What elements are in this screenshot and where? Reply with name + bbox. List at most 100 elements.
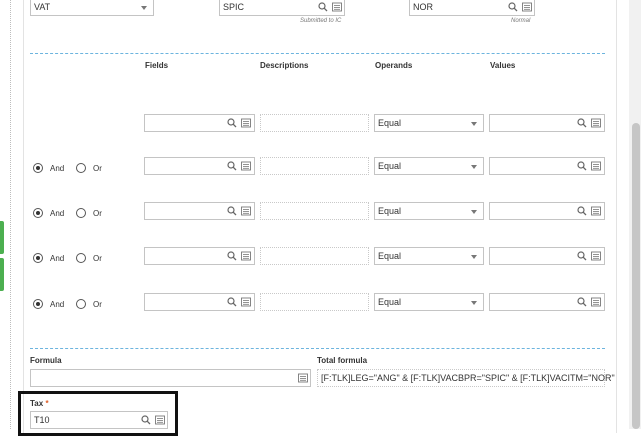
and-label: And [50, 300, 65, 309]
search-icon[interactable] [227, 206, 237, 216]
row-field-input[interactable] [144, 157, 255, 175]
search-icon[interactable] [227, 161, 237, 171]
tax-label: Tax * [30, 399, 49, 408]
total-formula-value: [F:TLK]LEG="ANG" & [F:TLK]VACBPR="SPIC" … [321, 373, 615, 383]
row-description [260, 114, 369, 132]
list-icon[interactable] [241, 297, 251, 307]
row-value-input[interactable] [489, 157, 605, 175]
row-value-input[interactable] [489, 293, 605, 311]
search-icon[interactable] [508, 2, 518, 12]
row-description [260, 202, 369, 220]
tax-value: T10 [34, 415, 50, 425]
search-icon[interactable] [227, 297, 237, 307]
list-icon[interactable] [241, 161, 251, 171]
search-icon[interactable] [577, 297, 587, 307]
chevron-down-icon [471, 165, 477, 169]
chevron-down-icon [141, 6, 147, 10]
list-icon[interactable] [241, 206, 251, 216]
operand-value: Equal [378, 297, 402, 307]
formula-input[interactable] [30, 369, 311, 387]
spic-caption: Submitted to IC [300, 18, 342, 24]
and-radio[interactable] [33, 163, 43, 173]
search-icon[interactable] [577, 251, 587, 261]
search-icon[interactable] [227, 251, 237, 261]
row-operand-select[interactable]: Equal [374, 247, 484, 265]
search-icon[interactable] [577, 118, 587, 128]
or-radio[interactable] [76, 208, 86, 218]
or-label: Or [93, 300, 102, 309]
chevron-down-icon [471, 255, 477, 259]
row-operand-select[interactable]: Equal [374, 157, 484, 175]
list-icon[interactable] [591, 251, 601, 261]
and-radio[interactable] [33, 208, 43, 218]
search-icon[interactable] [227, 118, 237, 128]
list-icon[interactable] [591, 161, 601, 171]
required-marker: * [45, 399, 49, 408]
list-icon[interactable] [591, 206, 601, 216]
or-radio[interactable] [76, 299, 86, 309]
search-icon[interactable] [141, 415, 151, 425]
row-operand-select[interactable]: Equal [374, 202, 484, 220]
search-icon[interactable] [577, 206, 587, 216]
chevron-down-icon [471, 210, 477, 214]
or-radio[interactable] [76, 163, 86, 173]
side-tab[interactable] [0, 221, 4, 254]
chevron-down-icon [471, 122, 477, 126]
section-divider [30, 53, 605, 54]
list-icon[interactable] [591, 118, 601, 128]
search-icon[interactable] [577, 161, 587, 171]
operand-value: Equal [378, 251, 402, 261]
header-descriptions: Descriptions [260, 61, 309, 70]
total-formula-label: Total formula [317, 356, 368, 365]
row-field-input[interactable] [144, 114, 255, 132]
and-label: And [50, 254, 65, 263]
section-divider [30, 348, 605, 349]
header-operands: Operands [375, 61, 413, 70]
list-icon[interactable] [522, 2, 532, 12]
list-icon[interactable] [298, 373, 308, 383]
or-radio[interactable] [76, 253, 86, 263]
or-label: Or [93, 254, 102, 263]
row-value-input[interactable] [489, 247, 605, 265]
spic-value: SPIC [223, 2, 245, 12]
tax-label-text: Tax [30, 399, 44, 408]
nor-field[interactable]: NOR [409, 0, 535, 16]
and-radio[interactable] [33, 299, 43, 309]
nor-value: NOR [413, 2, 433, 12]
or-label: Or [93, 209, 102, 218]
chevron-down-icon [471, 301, 477, 305]
tax-input[interactable]: T10 [30, 411, 168, 429]
row-value-input[interactable] [489, 114, 605, 132]
and-label: And [50, 164, 65, 173]
operand-value: Equal [378, 206, 402, 216]
search-icon[interactable] [318, 2, 328, 12]
list-icon[interactable] [155, 415, 165, 425]
header-values: Values [490, 61, 516, 70]
row-operand-select[interactable]: Equal [374, 114, 484, 132]
row-field-input[interactable] [144, 293, 255, 311]
row-description [260, 293, 369, 311]
row-description [260, 157, 369, 175]
row-description [260, 247, 369, 265]
nor-caption: Normal [511, 18, 531, 24]
side-tab[interactable] [0, 258, 4, 291]
and-label: And [50, 209, 65, 218]
vat-select[interactable]: VAT [30, 0, 154, 16]
scrollbar-thumb[interactable] [632, 123, 640, 429]
left-dotted-separator [10, 0, 11, 429]
row-value-input[interactable] [489, 202, 605, 220]
header-fields: Fields [145, 61, 169, 70]
formula-label: Formula [30, 356, 62, 365]
operand-value: Equal [378, 118, 402, 128]
list-icon[interactable] [241, 251, 251, 261]
list-icon[interactable] [332, 2, 342, 12]
and-radio[interactable] [33, 253, 43, 263]
row-field-input[interactable] [144, 247, 255, 265]
operand-value: Equal [378, 161, 402, 171]
row-operand-select[interactable]: Equal [374, 293, 484, 311]
row-field-input[interactable] [144, 202, 255, 220]
total-formula-display: [F:TLK]LEG="ANG" & [F:TLK]VACBPR="SPIC" … [317, 369, 615, 387]
list-icon[interactable] [241, 118, 251, 128]
spic-field[interactable]: SPIC [219, 0, 345, 16]
list-icon[interactable] [591, 297, 601, 307]
